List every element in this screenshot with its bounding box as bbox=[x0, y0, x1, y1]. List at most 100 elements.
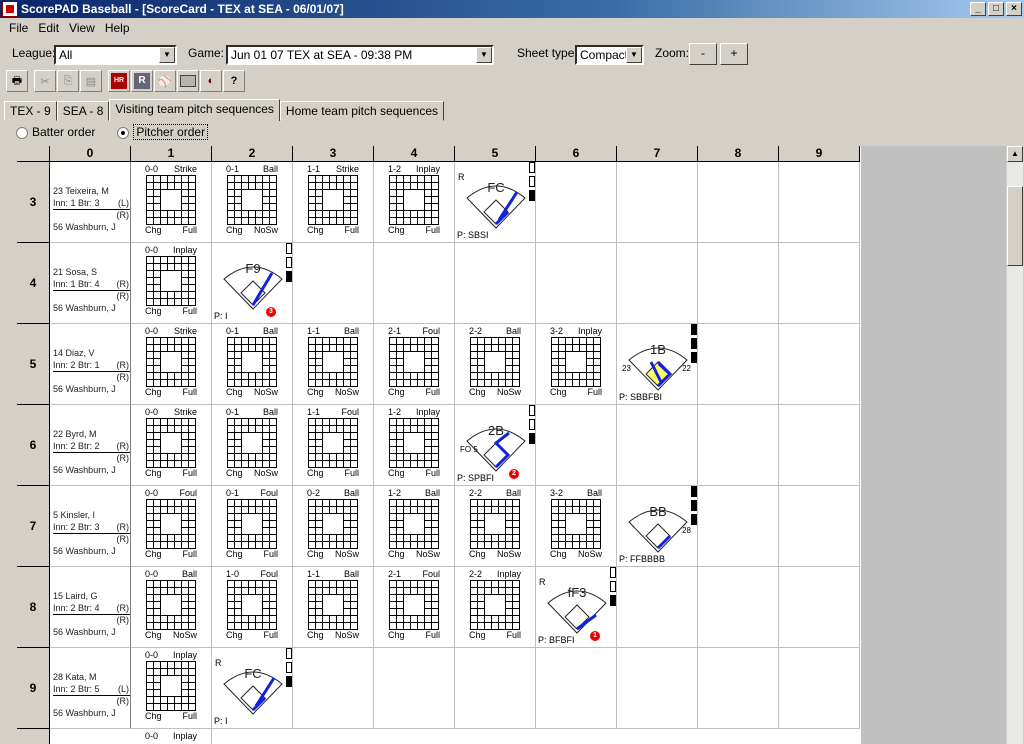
empty-cell[interactable] bbox=[698, 405, 779, 486]
chevron-down-icon[interactable]: ▼ bbox=[159, 47, 175, 63]
pitch-cell[interactable]: 0-1 Ball Chg NoSw bbox=[212, 405, 293, 486]
empty-cell[interactable] bbox=[698, 162, 779, 243]
empty-cell[interactable] bbox=[698, 486, 779, 567]
paste-icon[interactable]: ▤ bbox=[80, 70, 102, 92]
empty-cell[interactable] bbox=[698, 648, 779, 729]
strike-zone-grid[interactable] bbox=[308, 175, 358, 225]
empty-cell[interactable] bbox=[374, 243, 455, 324]
empty-cell[interactable] bbox=[293, 648, 374, 729]
pitch-cell[interactable]: 3-2 Ball Chg NoSw bbox=[536, 486, 617, 567]
pitch-cell[interactable]: 3-2 Inplay Chg Full bbox=[536, 324, 617, 405]
sheet-type-select[interactable]: Compact ▼ bbox=[575, 45, 644, 65]
batter-cell[interactable]: 22 Byrd, M Inn: 2 Btr: 2 (R) (R) 56 Washburn… bbox=[50, 405, 131, 486]
tab-sea[interactable]: SEA - 8 bbox=[56, 101, 110, 121]
cut-icon[interactable]: ✂ bbox=[34, 70, 56, 92]
copy-icon[interactable]: ⎘ bbox=[57, 70, 79, 92]
pitch-cell[interactable]: 0-0 Strike Chg Full bbox=[131, 324, 212, 405]
empty-cell[interactable] bbox=[617, 243, 698, 324]
pitch-cell[interactable]: 0-1 Foul Chg Full bbox=[212, 486, 293, 567]
strike-zone-grid[interactable] bbox=[146, 175, 196, 225]
pitch-cell[interactable]: 2-2 Ball Chg NoSw bbox=[455, 486, 536, 567]
pitch-cell[interactable]: 1-1 Strike Chg Full bbox=[293, 162, 374, 243]
empty-cell[interactable] bbox=[779, 243, 860, 324]
batter-cell[interactable]: 21 Sosa, S Inn: 1 Btr: 4 (R) (R) 56 Washburn… bbox=[50, 243, 131, 324]
strike-zone-grid[interactable] bbox=[146, 661, 196, 711]
empty-cell[interactable] bbox=[779, 405, 860, 486]
pitch-cell[interactable]: 2-2 Ball Chg NoSw bbox=[455, 324, 536, 405]
empty-cell[interactable] bbox=[779, 324, 860, 405]
strike-zone-grid[interactable] bbox=[146, 337, 196, 387]
maximize-button[interactable]: □ bbox=[988, 2, 1004, 16]
strike-zone-grid[interactable] bbox=[227, 499, 277, 549]
strike-zone-grid[interactable] bbox=[470, 499, 520, 549]
play-cell[interactable]: F9 P: I 3 bbox=[212, 243, 293, 324]
chevron-down-icon[interactable]: ▼ bbox=[626, 47, 642, 63]
pitch-cell[interactable]: 0-1 Ball Chg NoSw bbox=[212, 162, 293, 243]
strike-zone-grid[interactable] bbox=[551, 499, 601, 549]
pitch-cell[interactable]: 1-1 Ball Chg NoSw bbox=[293, 324, 374, 405]
play-cell[interactable]: RfF3 P: BFBFI 1 bbox=[536, 567, 617, 648]
empty-cell[interactable] bbox=[455, 243, 536, 324]
empty-cell[interactable] bbox=[293, 243, 374, 324]
strike-zone-grid[interactable] bbox=[146, 256, 196, 306]
vertical-scrollbar[interactable]: ▲ bbox=[1006, 146, 1023, 744]
empty-cell[interactable] bbox=[779, 648, 860, 729]
empty-cell[interactable] bbox=[698, 324, 779, 405]
tab-home-pitch-sequences[interactable]: Home team pitch sequences bbox=[279, 101, 445, 121]
pitch-cell[interactable]: 2-2 Inplay Chg Full bbox=[455, 567, 536, 648]
pitch-cell[interactable]: 1-1 Ball Chg NoSw bbox=[293, 567, 374, 648]
empty-cell[interactable] bbox=[617, 405, 698, 486]
batter-cell[interactable]: 14 Diaz, V Inn: 2 Btr: 1 (R) (R) 56 Washburn… bbox=[50, 324, 131, 405]
empty-cell[interactable] bbox=[374, 648, 455, 729]
empty-cell[interactable] bbox=[536, 648, 617, 729]
menu-file[interactable]: File bbox=[4, 21, 33, 35]
pitch-cell[interactable]: 2-1 Foul Chg Full bbox=[374, 324, 455, 405]
pitch-cell[interactable]: 1-2 Inplay Chg Full bbox=[374, 162, 455, 243]
strike-zone-grid[interactable] bbox=[308, 499, 358, 549]
game-select[interactable]: Jun 01 07 TEX at SEA - 09:38 PM ▼ bbox=[226, 45, 494, 65]
empty-cell[interactable] bbox=[536, 405, 617, 486]
empty-cell[interactable] bbox=[617, 162, 698, 243]
strike-zone-grid[interactable] bbox=[308, 418, 358, 468]
pitch-cell[interactable]: 0-0 Inplay Chg Full bbox=[131, 648, 212, 729]
print-icon[interactable]: 🖶 bbox=[6, 70, 28, 92]
empty-cell[interactable] bbox=[536, 162, 617, 243]
batter-cell[interactable]: 15 Laird, G Inn: 2 Btr: 4 (R) (R) 56 Washbur… bbox=[50, 567, 131, 648]
radio-icon[interactable] bbox=[16, 126, 28, 139]
pitch-cell[interactable]: 1-2 Ball Chg NoSw bbox=[374, 486, 455, 567]
pitch-cell[interactable]: 1-1 Foul Chg Full bbox=[293, 405, 374, 486]
play-cell[interactable]: BB 28 P: FFBBBB bbox=[617, 486, 698, 567]
tab-visiting-pitch-sequences[interactable]: Visiting team pitch sequences bbox=[109, 99, 280, 121]
pitch-cell[interactable]: 1-0 Foul Chg Full bbox=[212, 567, 293, 648]
play-cell[interactable]: 2B FO 5 P: SPBFI 2 bbox=[455, 405, 536, 486]
strike-zone-grid[interactable] bbox=[146, 580, 196, 630]
chevron-down-icon[interactable]: ▼ bbox=[476, 47, 492, 63]
field-icon[interactable] bbox=[177, 70, 199, 92]
radio-selected-icon[interactable] bbox=[117, 126, 130, 139]
strike-zone-grid[interactable] bbox=[227, 337, 277, 387]
close-button[interactable]: × bbox=[1006, 2, 1022, 16]
empty-cell[interactable] bbox=[455, 648, 536, 729]
strike-zone-grid[interactable] bbox=[470, 580, 520, 630]
scroll-thumb[interactable] bbox=[1007, 186, 1023, 266]
strike-zone-grid[interactable] bbox=[308, 337, 358, 387]
strike-zone-grid[interactable] bbox=[146, 499, 196, 549]
strike-zone-grid[interactable] bbox=[389, 175, 439, 225]
strike-zone-grid[interactable] bbox=[146, 418, 196, 468]
batter-cell[interactable]: 28 Kata, M Inn: 2 Btr: 5 (L) (R) 56 Washburn… bbox=[50, 648, 131, 729]
pitcher-order-option[interactable]: Pitcher order bbox=[117, 124, 209, 140]
tab-tex[interactable]: TEX - 9 bbox=[4, 101, 57, 121]
empty-cell[interactable] bbox=[779, 486, 860, 567]
strike-zone-grid[interactable] bbox=[227, 580, 277, 630]
strike-zone-grid[interactable] bbox=[389, 418, 439, 468]
pitch-cell[interactable]: 0-0 Strike Chg Full bbox=[131, 162, 212, 243]
pitch-cell[interactable]: 0-0 Strike Chg Full bbox=[131, 405, 212, 486]
pitch-cell[interactable]: 0-0 Ball Chg NoSw bbox=[131, 567, 212, 648]
batter-order-option[interactable]: Batter order bbox=[16, 125, 95, 139]
play-cell[interactable]: 1B 23 22 P: SBBFBI bbox=[617, 324, 698, 405]
empty-cell[interactable] bbox=[617, 567, 698, 648]
strike-zone-grid[interactable] bbox=[308, 580, 358, 630]
pitch-cell[interactable]: 0-0 Inplay Chg Full bbox=[131, 243, 212, 324]
batter-cell[interactable]: 23 Teixeira, M Inn: 1 Btr: 3 (L) (R) 56 Wash… bbox=[50, 162, 131, 243]
empty-cell[interactable] bbox=[779, 162, 860, 243]
